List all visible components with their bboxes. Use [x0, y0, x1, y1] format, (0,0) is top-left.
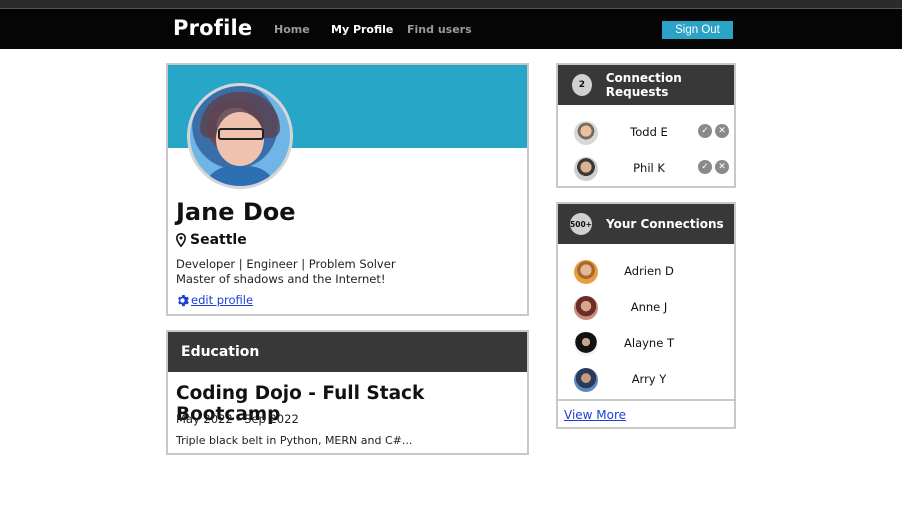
avatar	[574, 121, 598, 145]
profile-bio: Developer | Engineer | Problem Solver Ma…	[176, 257, 396, 287]
avatar	[574, 368, 598, 392]
bio-line-2: Master of shadows and the Internet!	[176, 272, 386, 286]
profile-location: Seattle	[176, 232, 247, 248]
accept-check-icon[interactable]: ✓	[698, 124, 712, 138]
requests-count-badge: 2	[572, 74, 592, 96]
edit-profile-link[interactable]: edit profile	[176, 293, 253, 307]
profile-card: Jane Doe Seattle Developer | Engineer | …	[166, 63, 529, 316]
person-name: Alayne T	[624, 336, 674, 350]
person-name: Adrien D	[624, 264, 674, 278]
top-navbar: Profile Home My Profile Find users Sign …	[0, 9, 902, 49]
avatar	[574, 260, 598, 284]
connection-requests-card: 2 Connection Requests Todd E ✓ ✕ Phil K …	[556, 63, 736, 188]
reject-x-icon[interactable]: ✕	[715, 124, 729, 138]
view-more-link[interactable]: View More	[564, 408, 626, 422]
nav-my-profile-link[interactable]: My Profile	[331, 23, 393, 36]
connections-heading: Your Connections	[606, 217, 724, 231]
your-connections-header: 500+ Your Connections	[558, 204, 734, 244]
your-connections-card: 500+ Your Connections Adrien D Anne J Al…	[556, 202, 736, 429]
requests-heading: Connection Requests	[605, 71, 682, 99]
location-text: Seattle	[190, 232, 247, 248]
nav-home-link[interactable]: Home	[274, 23, 310, 36]
reject-x-icon[interactable]: ✕	[715, 160, 729, 174]
person-name: Arry Y	[631, 372, 667, 386]
connection-row[interactable]: Adrien D	[558, 258, 734, 286]
divider	[558, 399, 734, 401]
education-description: Triple black belt in Python, MERN and C#…	[176, 434, 413, 447]
brand-title: Profile	[173, 16, 253, 40]
gear-icon	[178, 294, 189, 306]
accept-check-icon[interactable]: ✓	[698, 160, 712, 174]
browser-chrome-strip	[0, 0, 902, 9]
avatar	[574, 296, 598, 320]
nav-find-users-link[interactable]: Find users	[407, 23, 472, 36]
person-name: Todd E	[630, 125, 668, 139]
education-card: Education Coding Dojo - Full Stack Bootc…	[166, 330, 529, 455]
avatar	[574, 157, 598, 181]
profile-name: Jane Doe	[176, 198, 296, 226]
connection-row[interactable]: Alayne T	[558, 330, 734, 358]
education-dates: May 2022 - Sep 2022	[176, 412, 299, 426]
map-pin-icon	[176, 233, 186, 247]
connection-row[interactable]: Anne J	[558, 294, 734, 322]
bio-line-1: Developer | Engineer | Problem Solver	[176, 257, 396, 271]
connection-row[interactable]: Arry Y	[558, 366, 734, 394]
edit-profile-label: edit profile	[191, 293, 254, 307]
sign-out-button[interactable]: Sign Out	[662, 21, 733, 39]
request-row: Phil K ✓ ✕	[558, 155, 734, 183]
connections-count-badge: 500+	[570, 213, 592, 235]
connection-requests-header: 2 Connection Requests	[558, 65, 734, 105]
request-row: Todd E ✓ ✕	[558, 119, 734, 147]
person-name: Anne J	[630, 300, 668, 314]
person-name: Phil K	[633, 161, 665, 175]
profile-avatar	[187, 83, 293, 189]
education-header: Education	[168, 332, 527, 372]
avatar	[574, 332, 598, 356]
